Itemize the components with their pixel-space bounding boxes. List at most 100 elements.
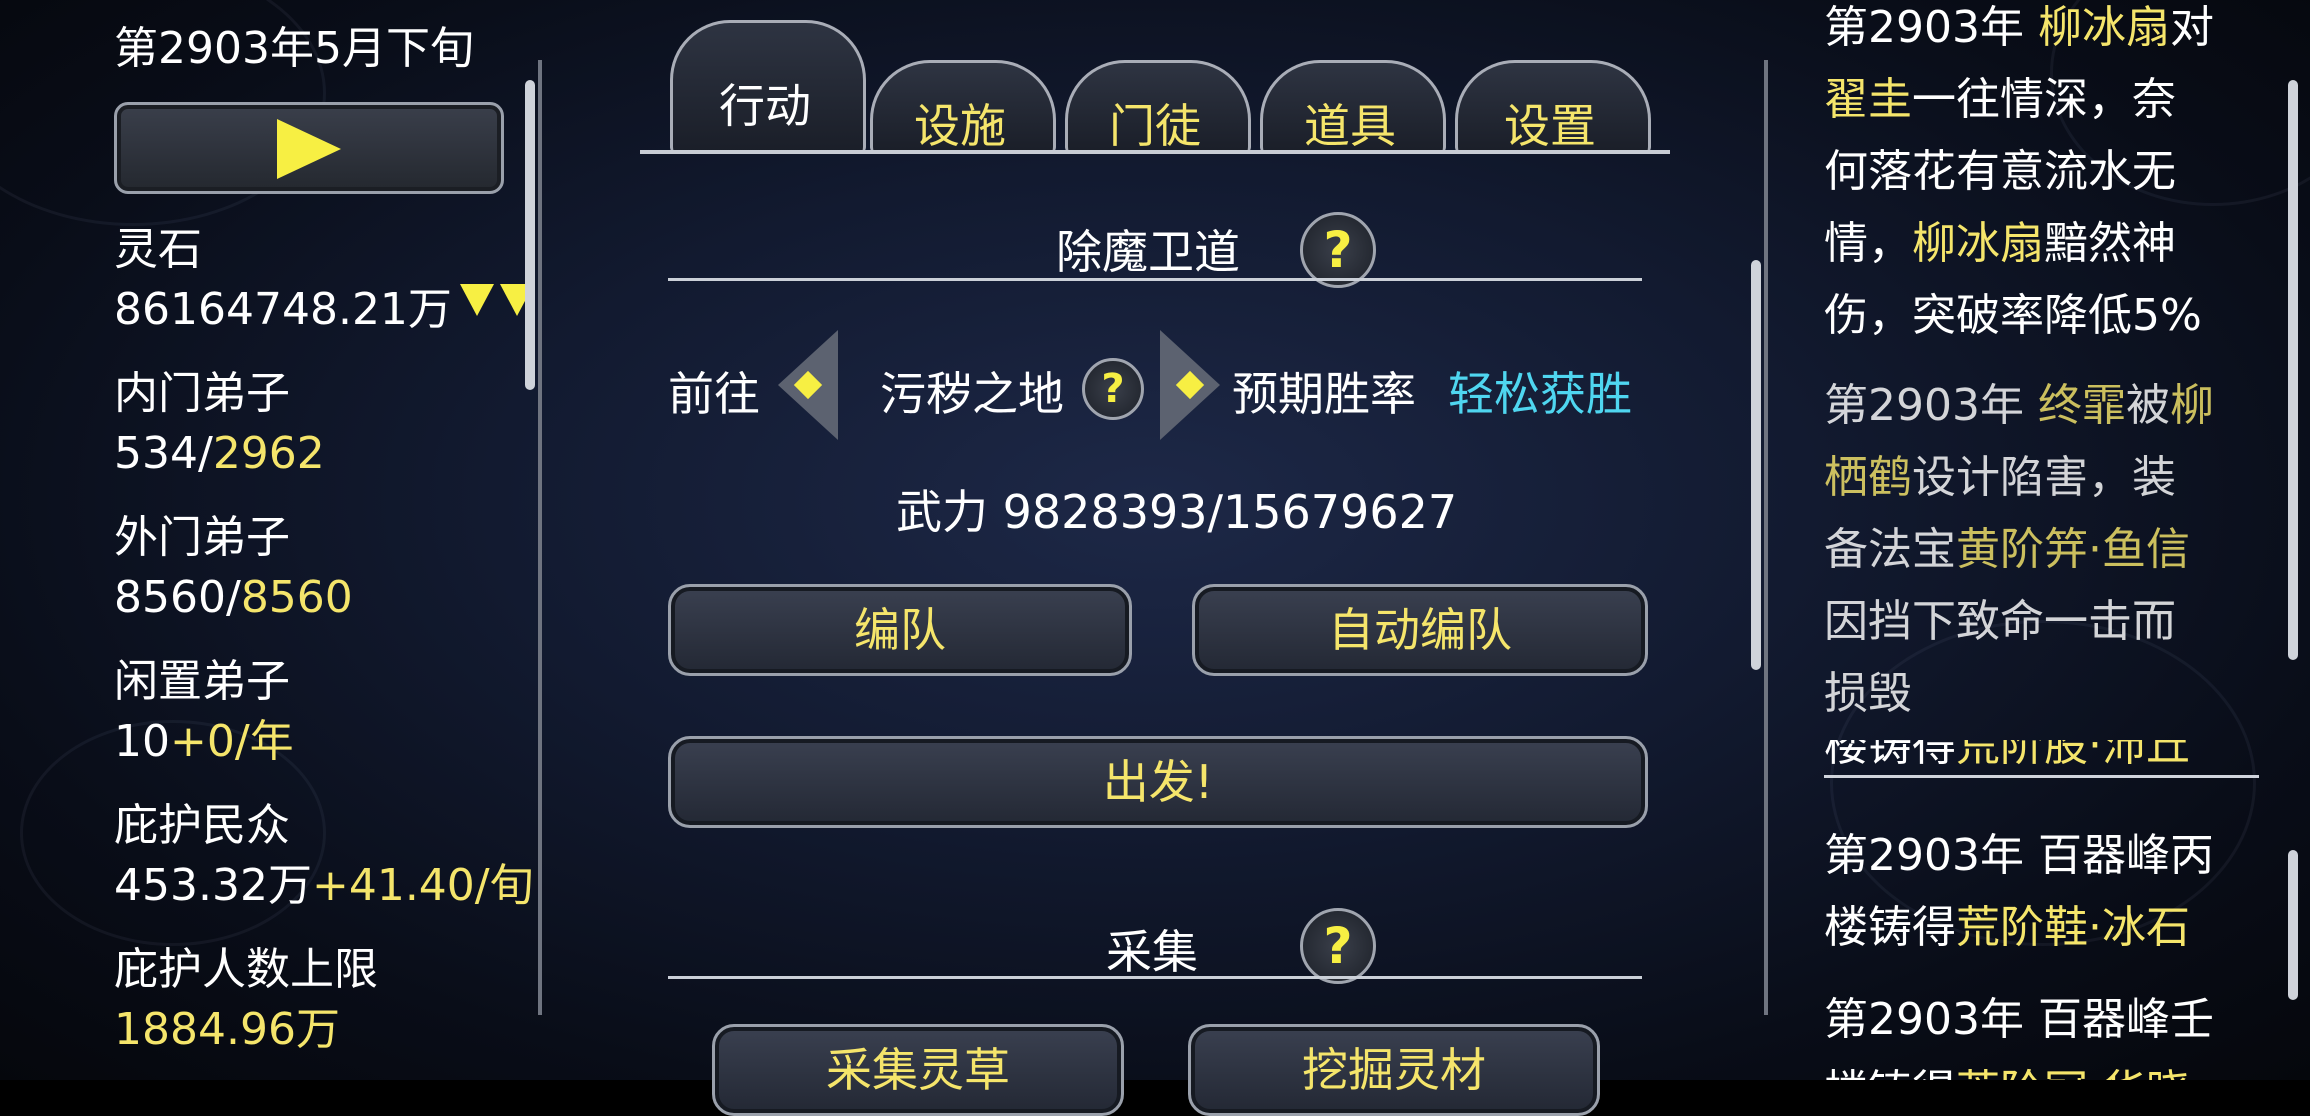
event-log-entry: 第2903年 百器峰丙 楼铸得荒阶鞋·冰石 [1824, 820, 2264, 964]
tab-label: 道具 [1304, 99, 1396, 153]
arrow-dot-icon [1175, 370, 1205, 400]
tab-label: 设置 [1504, 99, 1596, 153]
stat-value-max: 2962 [212, 428, 325, 479]
stat-outer-disciples: 外门弟子 8560/8560 [114, 508, 353, 628]
gather-herb-button[interactable]: 采集灵草 [712, 1024, 1124, 1116]
log-text: 一往情深，奈 [1912, 74, 2176, 125]
log-text: 因挡下致命一击而 [1824, 596, 2176, 647]
log-scrollbar-top[interactable] [2288, 80, 2298, 660]
log-name: 翟圭 [1824, 74, 1912, 125]
section-divider [668, 976, 1642, 979]
location-name: 污秽之地 [880, 367, 1064, 421]
stat-label: 内门弟子 [114, 368, 290, 419]
tab-facilities[interactable]: 设施 [870, 90, 1050, 156]
log-name: 终霏 [2037, 380, 2126, 431]
help-glyph: ? [1323, 221, 1353, 279]
mission-title: 除魔卫道 [1056, 225, 1240, 279]
tab-label: 行动 [719, 79, 811, 133]
event-log-entry: 第2903年 百器峰壬 楼铸得荒阶冠·华晓 [1824, 984, 2264, 1080]
log-text: 第2903年 [1824, 380, 2038, 431]
left-panel: 第2903年5月下旬 灵石 86164748.21万 内门弟子 534/2962… [0, 0, 542, 1080]
log-text: 设计陷害，装 [1912, 452, 2176, 503]
log-text: 黯然神 [2044, 218, 2176, 269]
stat-value: 86164748.21万 [114, 284, 452, 335]
log-text: 第2903年 百器峰壬 [1824, 994, 2214, 1045]
tab-bar: 行动 设施 门徒 道具 设置 [630, 0, 1680, 170]
log-text: 被 [2125, 380, 2170, 431]
center-scrollbar-track[interactable] [1764, 60, 1768, 1015]
log-name: 荒阶鞋·冰石 [1956, 902, 2190, 953]
log-name: 柳 [2169, 380, 2214, 431]
depart-button[interactable]: 出发! [668, 736, 1648, 828]
log-text: 备法宝 [1824, 524, 1956, 575]
log-text: 楼铸得 [1824, 902, 1956, 953]
stat-spirit-stone: 灵石 86164748.21万 [114, 220, 452, 340]
stat-value: 8560/ [114, 572, 241, 623]
help-glyph: ? [1101, 366, 1125, 412]
location-help-icon[interactable]: ? [1082, 358, 1144, 420]
log-text: 伤，突破率降低5% [1824, 290, 2202, 341]
event-log-entry: 第2903年 柳冰扇对 翟圭一往情深，奈 何落花有意流水无 情，柳冰扇黯然神 伤… [1824, 0, 2264, 352]
win-rate-value: 轻松获胜 [1448, 367, 1632, 421]
log-section-divider [1824, 775, 2259, 778]
log-text: 楼铸得 [1824, 740, 1956, 771]
stat-value: 10 [114, 716, 170, 767]
section-divider [668, 278, 1642, 281]
goto-label: 前往 [668, 367, 760, 421]
log-text: 损毁 [1824, 668, 1912, 719]
log-text: 情， [1824, 218, 1912, 269]
gather-title: 采集 [1106, 925, 1198, 979]
tab-items[interactable]: 道具 [1260, 90, 1440, 156]
auto-team-button[interactable]: 自动编队 [1192, 584, 1648, 676]
next-location-button[interactable] [1150, 330, 1220, 440]
tab-baseline [640, 150, 1670, 154]
stat-idle-disciples: 闲置弟子 10+0/年 [114, 652, 294, 772]
collapse-down-icon[interactable] [460, 284, 494, 316]
advance-time-button[interactable] [114, 102, 504, 194]
log-name: 柳冰扇 [1912, 218, 2044, 269]
tab-settings[interactable]: 设置 [1455, 90, 1645, 156]
mission-help-icon[interactable]: ? [1300, 212, 1376, 288]
stat-rate: +0/年 [170, 716, 294, 767]
log-name: 黄阶笄·鱼信 [1956, 524, 2190, 575]
prev-location-button[interactable] [778, 330, 848, 440]
log-scrollbar-bottom[interactable] [2288, 850, 2298, 1000]
win-rate-label: 预期胜率 [1232, 367, 1416, 421]
left-scrollbar-thumb[interactable] [525, 80, 535, 390]
event-log-entry: 第2903年 终霏被柳 栖鹤设计陷害，装 备法宝黄阶笄·鱼信 因挡下致命一击而 … [1824, 370, 2264, 730]
stat-label: 灵石 [114, 224, 202, 275]
center-scrollbar-thumb[interactable] [1751, 260, 1761, 670]
log-name: 荒阶股·沛丘 [1956, 740, 2190, 771]
stat-value: 534/ [114, 428, 213, 479]
left-scrollbar-track[interactable] [538, 60, 542, 1015]
stat-label: 闲置弟子 [114, 656, 290, 707]
log-text: 对 [2169, 2, 2214, 53]
gather-help-icon[interactable]: ? [1300, 908, 1376, 984]
stat-value: 453.32万 [114, 860, 312, 911]
mine-material-button[interactable]: 挖掘灵材 [1188, 1024, 1600, 1116]
log-text: 第2903年 百器峰丙 [1824, 830, 2214, 881]
play-icon [277, 119, 341, 179]
tab-disciples[interactable]: 门徒 [1065, 90, 1245, 156]
stat-inner-disciples: 内门弟子 534/2962 [114, 364, 325, 484]
log-name: 柳冰扇 [2037, 2, 2170, 53]
log-name: 栖鹤 [1824, 452, 1912, 503]
log-name: 荒阶冠·华晓 [1956, 1066, 2190, 1080]
stat-protected-people: 庇护民众 453.32万+41.40/旬 [114, 796, 534, 916]
stat-rate: +41.40/旬 [311, 860, 534, 911]
stat-label: 外门弟子 [114, 512, 290, 563]
arrow-dot-icon [793, 370, 823, 400]
team-button[interactable]: 编队 [668, 584, 1132, 676]
tab-action[interactable]: 行动 [670, 70, 860, 136]
stat-value-max: 8560 [240, 572, 353, 623]
current-date: 第2903年5月下旬 [114, 23, 474, 74]
stat-label: 庇护民众 [114, 800, 290, 851]
power-text: 武力 9828393/15679627 [896, 485, 1458, 539]
log-text: 何落花有意流水无 [1824, 146, 2176, 197]
log-text: 第2903年 [1824, 2, 2038, 53]
log-text: 楼铸得 [1824, 1066, 1956, 1080]
stat-label: 庇护人数上限 [114, 944, 378, 995]
stat-protection-cap: 庇护人数上限 1884.96万 [114, 940, 378, 1060]
stat-value: 1884.96万 [114, 1004, 340, 1055]
tab-label: 设施 [914, 99, 1006, 153]
